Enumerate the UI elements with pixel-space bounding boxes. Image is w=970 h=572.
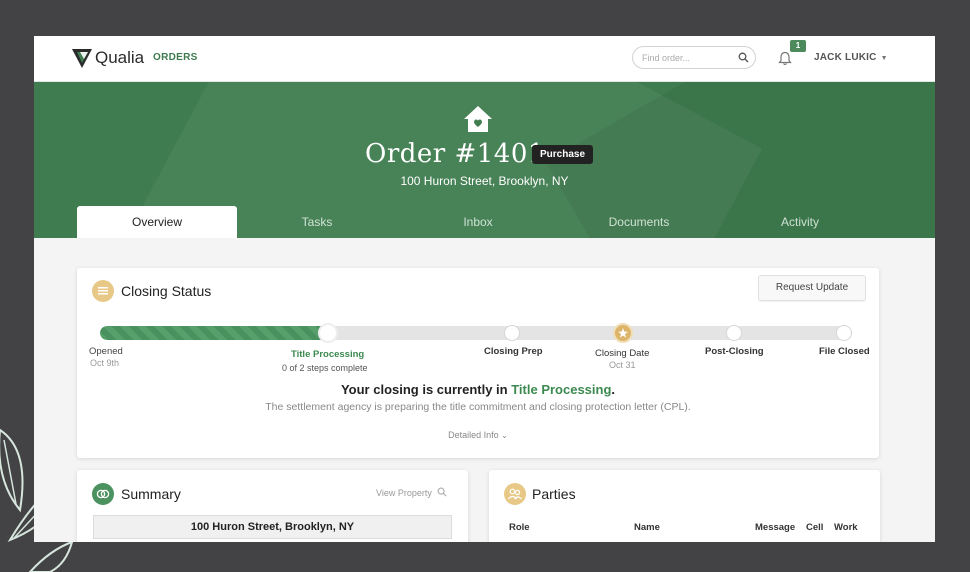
brand-name: Qualia	[95, 48, 145, 67]
search-icon[interactable]	[738, 52, 749, 63]
tab-overview[interactable]: Overview	[77, 206, 237, 238]
chevron-down-icon: ⌄	[501, 431, 508, 440]
step-date-closing-date: Oct 31	[609, 360, 636, 370]
step-marker-post-closing[interactable]	[726, 325, 742, 341]
closing-progress-fill	[100, 326, 326, 340]
nav-orders-link[interactable]: ORDERS	[153, 52, 198, 63]
step-label-post-closing: Post-Closing	[705, 346, 764, 357]
search-box[interactable]	[632, 46, 756, 69]
app-window: Qualia ORDERS 1 JACK LUKIC▼ Order #1401 …	[34, 36, 935, 542]
column-header-cell: Cell	[806, 522, 824, 533]
view-property-link[interactable]: View Property	[376, 487, 447, 498]
step-date-opened: Oct 9th	[90, 358, 120, 368]
step-label-closing-date: Closing Date	[595, 348, 650, 359]
detailed-info-toggle[interactable]: Detailed Info ⌄	[77, 430, 879, 440]
qualia-logo[interactable]: Qualia	[71, 47, 144, 69]
closing-message-prefix: Your closing is currently in	[340, 382, 512, 397]
top-navbar: Qualia ORDERS 1 JACK LUKIC▼	[34, 36, 935, 82]
order-title: Order #1401	[365, 139, 545, 169]
step-progress-title-processing: 0 of 2 steps complete	[282, 363, 368, 373]
search-icon	[437, 487, 447, 497]
order-header: Order #1401 Purchase 100 Huron Street, B…	[34, 82, 935, 238]
order-address: 100 Huron Street, Brooklyn, NY	[400, 174, 569, 188]
user-name: JACK LUKIC	[814, 52, 877, 63]
step-label-file-closed: File Closed	[819, 346, 870, 357]
order-type-badge: Purchase	[532, 145, 594, 164]
step-marker-file-closed[interactable]	[836, 325, 852, 341]
step-label-title-processing: Title Processing	[291, 349, 365, 360]
closing-status-icon	[92, 280, 114, 302]
request-update-button[interactable]: Request Update	[758, 275, 866, 301]
parties-card: Parties Role Name Message Cell Work	[489, 470, 880, 542]
closing-status-title: Closing Status	[121, 283, 212, 299]
step-marker-title-processing[interactable]	[318, 323, 338, 343]
column-header-name: Name	[634, 522, 660, 533]
star-icon	[618, 328, 628, 338]
notification-badge: 1	[790, 40, 806, 52]
rings-icon	[92, 483, 114, 505]
chevron-down-icon: ▼	[880, 55, 888, 62]
search-input[interactable]	[642, 51, 732, 65]
summary-title: Summary	[121, 486, 181, 502]
view-property-label: View Property	[376, 488, 432, 498]
step-label-opened: Opened	[89, 346, 123, 357]
closing-status-message: Your closing is currently in Title Proce…	[77, 382, 879, 397]
tab-inbox[interactable]: Inbox	[398, 206, 558, 238]
user-menu[interactable]: JACK LUKIC ▼	[814, 52, 888, 63]
closing-message-suffix: .	[611, 382, 616, 397]
summary-card: Summary View Property 100 Huron Street, …	[77, 470, 468, 542]
bell-icon[interactable]	[778, 51, 792, 66]
column-header-role: Role	[509, 522, 530, 533]
parties-title: Parties	[532, 486, 576, 502]
tab-documents[interactable]: Documents	[559, 206, 719, 238]
tab-tasks[interactable]: Tasks	[237, 206, 397, 238]
column-header-work: Work	[834, 522, 858, 533]
qualia-logo-icon	[72, 49, 92, 68]
people-icon	[504, 483, 526, 505]
house-icon	[464, 106, 492, 132]
step-marker-closing-date[interactable]	[613, 323, 633, 343]
closing-status-card: Closing Status Request Update Opened Oct…	[77, 268, 879, 458]
step-label-closing-prep: Closing Prep	[484, 346, 543, 357]
summary-address: 100 Huron Street, Brooklyn, NY	[93, 515, 452, 539]
closing-status-description: The settlement agency is preparing the t…	[265, 401, 691, 413]
closing-message-stage: Title Processing	[511, 382, 612, 397]
detailed-info-label: Detailed Info	[448, 430, 499, 440]
column-header-message: Message	[755, 522, 796, 533]
step-marker-closing-prep[interactable]	[504, 325, 520, 341]
tab-activity[interactable]: Activity	[720, 206, 880, 238]
